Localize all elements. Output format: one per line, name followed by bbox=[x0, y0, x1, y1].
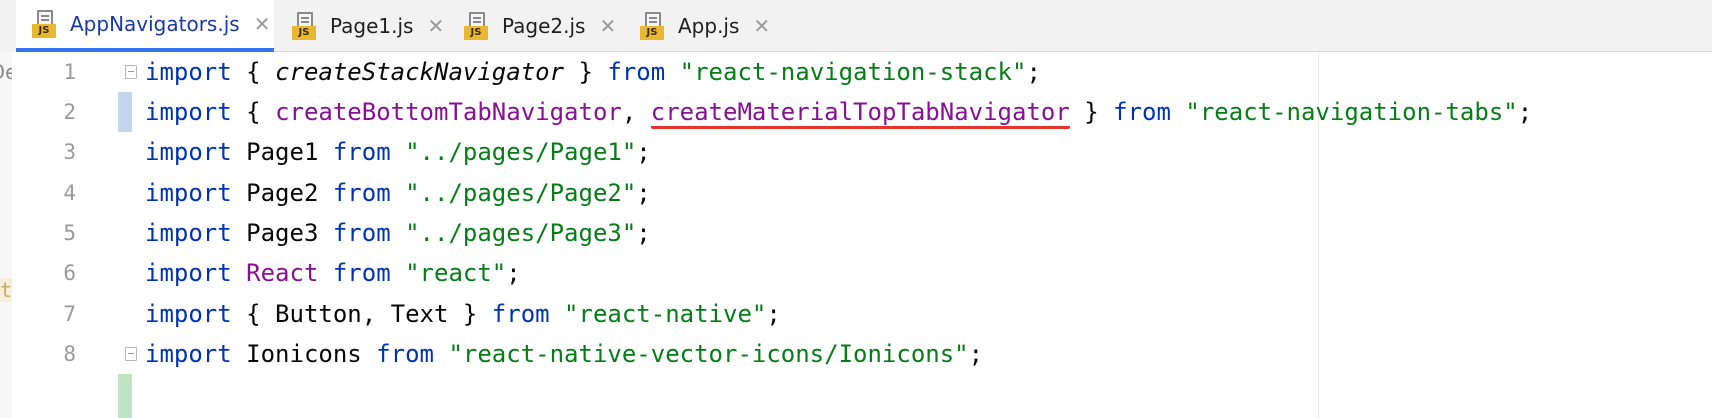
keyword: from bbox=[332, 138, 391, 166]
punctuation: ; bbox=[636, 179, 651, 207]
tab-page2-js[interactable]: JS Page2.js ✕ bbox=[448, 0, 624, 52]
keyword: import bbox=[145, 98, 232, 126]
punctuation: ; bbox=[1026, 58, 1041, 86]
punctuation: ; bbox=[636, 138, 651, 166]
keyword: from bbox=[607, 58, 666, 86]
string-literal: "react" bbox=[405, 259, 507, 287]
line-number: 1 bbox=[63, 60, 76, 84]
tab-label: Page2.js bbox=[502, 14, 586, 38]
string-literal: "react-navigation-stack" bbox=[679, 58, 1027, 86]
line-number: 2 bbox=[63, 100, 76, 124]
fold-marker-icon[interactable] bbox=[125, 65, 137, 79]
keyword: import bbox=[145, 58, 232, 86]
line-number: 5 bbox=[63, 221, 76, 245]
string-literal: "../pages/Page1" bbox=[405, 138, 637, 166]
keyword: from bbox=[376, 340, 434, 368]
tab-page1-js[interactable]: JS Page1.js ✕ bbox=[276, 0, 448, 52]
code-line-7: import { Button, Text } from "react-nati… bbox=[145, 294, 781, 334]
punctuation: ; bbox=[506, 259, 521, 287]
line-number: 8 bbox=[63, 342, 76, 366]
keyword: from bbox=[1113, 98, 1171, 126]
fold-marker-icon[interactable] bbox=[125, 347, 137, 361]
code-line-4: import Page2 from "../pages/Page2"; bbox=[145, 173, 651, 213]
punctuation: ; bbox=[1517, 98, 1533, 126]
keyword: import bbox=[145, 259, 232, 287]
keyword: from bbox=[332, 179, 391, 207]
code-line-5: import Page3 from "../pages/Page3"; bbox=[145, 213, 651, 253]
close-icon[interactable]: ✕ bbox=[427, 16, 444, 36]
tab-label: Page1.js bbox=[330, 14, 414, 38]
js-file-icon: JS bbox=[640, 12, 666, 40]
identifier: Page1 bbox=[231, 138, 333, 166]
js-file-icon: JS bbox=[32, 10, 58, 38]
identifier: Page2 bbox=[231, 179, 333, 207]
code-line-2: import { createBottomTabNavigator, creat… bbox=[145, 92, 1532, 132]
code-line-3: import Page1 from "../pages/Page1"; bbox=[145, 132, 651, 172]
punctuation: } bbox=[564, 58, 608, 86]
keyword: import bbox=[145, 340, 232, 368]
line-number: 4 bbox=[63, 181, 76, 205]
keyword: from bbox=[332, 219, 391, 247]
modified-line-marker[interactable] bbox=[118, 92, 132, 132]
punctuation: , bbox=[621, 98, 651, 126]
line-number: 6 bbox=[63, 261, 76, 285]
underlined-identifier: createMaterialTopTabNavigator bbox=[650, 98, 1070, 129]
tab-label: AppNavigators.js bbox=[70, 12, 240, 36]
line-number: 3 bbox=[63, 140, 76, 164]
line-number: 7 bbox=[63, 302, 76, 326]
identifier: Ionicons bbox=[231, 340, 377, 368]
js-file-icon: JS bbox=[464, 12, 490, 40]
code-line-1: import { createStackNavigator } from "re… bbox=[145, 52, 1041, 92]
punctuation: } bbox=[1069, 98, 1114, 126]
string-literal: "react-navigation-tabs" bbox=[1185, 98, 1518, 126]
close-icon[interactable]: ✕ bbox=[599, 16, 616, 36]
keyword: import bbox=[145, 219, 232, 247]
punctuation: ; bbox=[766, 300, 781, 328]
added-line-marker[interactable] bbox=[118, 374, 132, 418]
punctuation: { bbox=[231, 58, 276, 86]
keyword: from bbox=[332, 259, 391, 287]
tab-bar-left-stub bbox=[0, 0, 16, 52]
keyword: import bbox=[145, 138, 232, 166]
tab-label: App.js bbox=[678, 14, 740, 38]
keyword: import bbox=[145, 300, 232, 328]
punctuation: ; bbox=[636, 219, 651, 247]
tab-appnavigators-js[interactable]: JS AppNavigators.js ✕ bbox=[16, 0, 274, 52]
string-literal: "react-native" bbox=[564, 300, 767, 328]
string-literal: "../pages/Page2" bbox=[405, 179, 637, 207]
close-icon[interactable]: ✕ bbox=[753, 16, 770, 36]
string-literal: "react-native-vector-icons/Ionicons" bbox=[448, 340, 969, 368]
close-icon[interactable]: ✕ bbox=[254, 14, 271, 34]
punctuation: { bbox=[231, 98, 276, 126]
string-literal: "../pages/Page3" bbox=[405, 219, 637, 247]
code-editor[interactable]: import { createStackNavigator } from "re… bbox=[145, 52, 1712, 418]
editor-gutter: 1 2 3 4 5 6 7 8 bbox=[12, 52, 144, 418]
identifier: React bbox=[246, 259, 319, 287]
punctuation: ; bbox=[968, 340, 984, 368]
tab-app-js[interactable]: JS App.js ✕ bbox=[624, 0, 784, 52]
identifier: createBottomTabNavigator bbox=[275, 98, 622, 126]
code-line-6: import React from "react"; bbox=[145, 253, 521, 293]
keyword: from bbox=[491, 300, 550, 328]
identifier: { Button, Text } bbox=[231, 300, 492, 328]
identifier: Page3 bbox=[231, 219, 333, 247]
identifier: createStackNavigator bbox=[275, 58, 565, 86]
keyword: import bbox=[145, 179, 232, 207]
js-file-icon: JS bbox=[292, 12, 318, 40]
editor-tab-bar: JS AppNavigators.js ✕ JS Page1.js ✕ JS P… bbox=[0, 0, 1712, 52]
code-line-8: import Ionicons from "react-native-vecto… bbox=[145, 334, 983, 374]
